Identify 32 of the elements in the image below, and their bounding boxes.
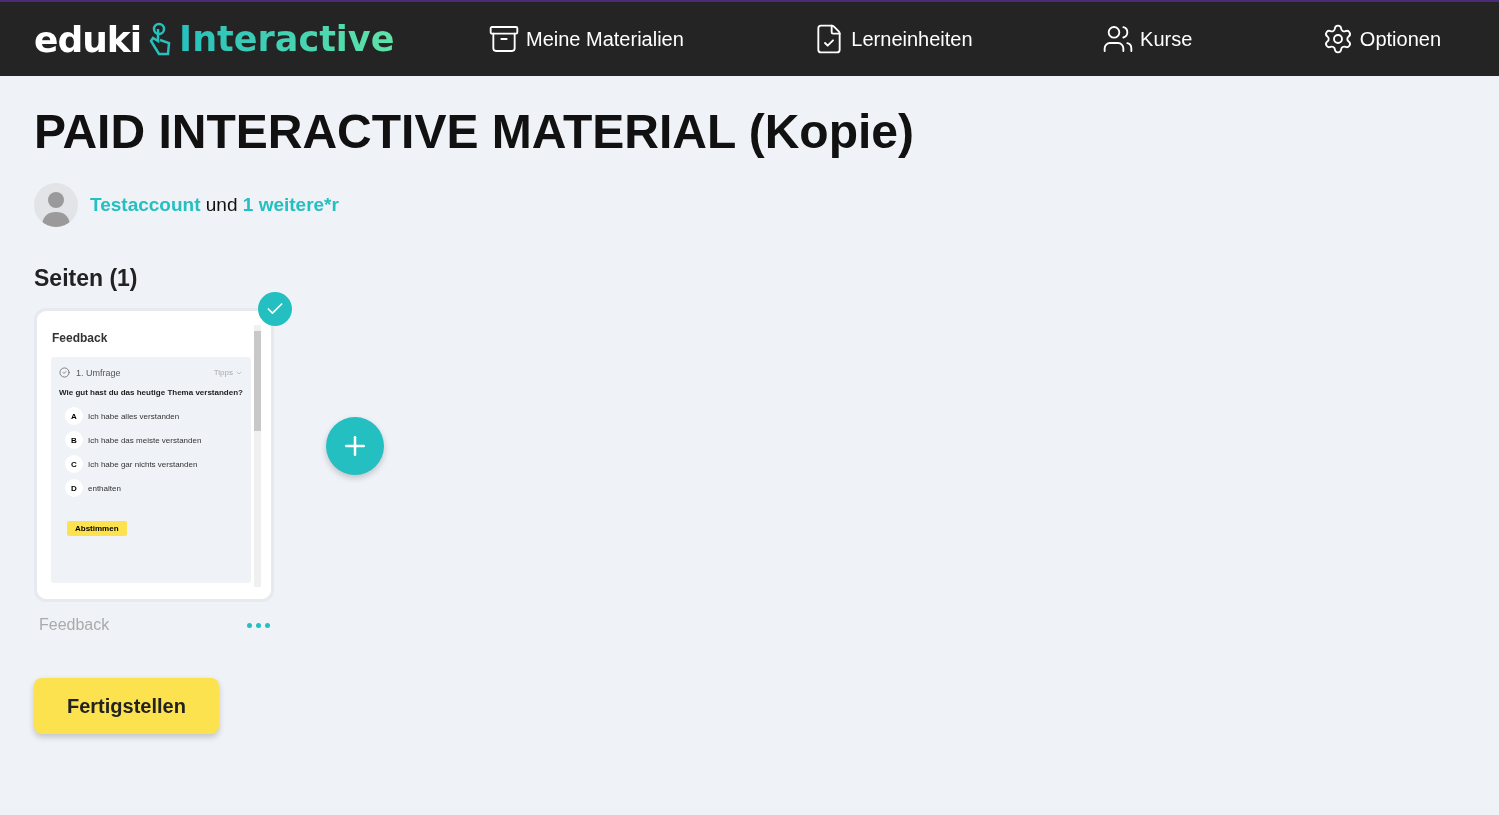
check-circle-icon xyxy=(59,367,70,378)
option-text: Ich habe gar nichts verstanden xyxy=(88,459,198,469)
hand-icon xyxy=(149,22,172,56)
option-letter: A xyxy=(65,407,83,425)
archive-box-icon xyxy=(488,23,520,55)
authors-text: Testaccount und 1 weitere*r xyxy=(90,194,339,216)
page-title: PAID INTERACTIVE MATERIAL (Kopie) xyxy=(34,104,915,159)
option-text: Ich habe alles verstanden xyxy=(88,411,180,421)
question-text: Wie gut hast du das heutige Thema verstanden? xyxy=(59,388,243,397)
option-letter: D xyxy=(65,479,83,497)
nav-link[interactable]: Optionen xyxy=(1321,23,1441,55)
logo-brand: eduki xyxy=(34,18,142,60)
more-icon[interactable] xyxy=(247,622,270,628)
option-text: enthalten xyxy=(88,483,121,493)
finish-button[interactable]: Fertigstellen xyxy=(34,678,219,734)
avatar xyxy=(34,183,78,227)
preview-title: Feedback xyxy=(52,331,109,345)
people-icon xyxy=(1102,23,1135,55)
task-title: 1. Umfrage xyxy=(76,367,121,378)
page-card[interactable]: Feedback 1. Umfrage Tipps Wie gut hast du das heutige Thema verstanden? A Ich habe alles verstanden B Ich habe das meiste verstanden C Ich habe gar nichts verstanden D enthalten Abstimmen xyxy=(34,308,274,602)
option-letter: C xyxy=(65,455,83,473)
option-letter: B xyxy=(65,431,83,449)
nav-link[interactable]: Lerneinheiten xyxy=(813,23,973,55)
nav-link[interactable]: Kurse xyxy=(1102,23,1193,55)
page-name: Feedback xyxy=(39,616,110,634)
vote-button: Abstimmen xyxy=(67,521,127,536)
check-icon xyxy=(258,292,292,326)
nav-link[interactable]: Meine Materialien xyxy=(488,23,684,55)
add-page-button[interactable] xyxy=(326,417,384,475)
option-text: Ich habe das meiste verstanden xyxy=(88,435,202,445)
pages-heading: Seiten (1) xyxy=(34,265,139,292)
hint-toggle: Tipps xyxy=(213,368,243,377)
